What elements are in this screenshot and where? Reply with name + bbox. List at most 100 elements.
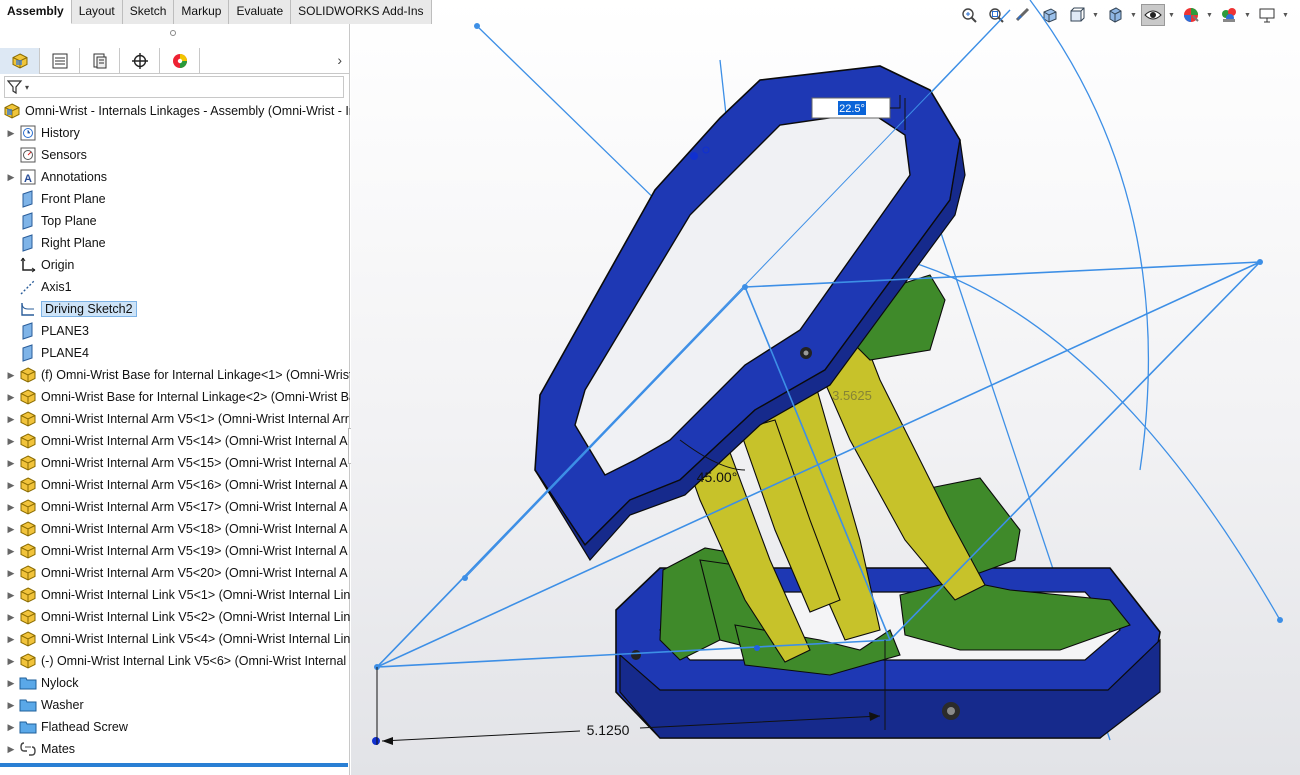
property-manager-tab[interactable] xyxy=(40,48,80,74)
expand-arrow-icon[interactable]: ▶ xyxy=(4,590,18,601)
expand-arrow-icon[interactable]: ▶ xyxy=(4,634,18,645)
arm-dimension-value[interactable]: 3.5625 xyxy=(832,388,872,403)
assembly-icon xyxy=(2,102,22,120)
tree-item[interactable]: Top Plane xyxy=(0,210,350,232)
tree-item[interactable]: ▶ Flathead Screw xyxy=(0,716,350,738)
expand-arrow-icon[interactable]: ▶ xyxy=(4,392,18,403)
chevron-right-icon[interactable]: › xyxy=(337,52,342,68)
tree-item-label: Omni-Wrist Internal Link V5<4> (Omni-Wri… xyxy=(41,632,350,646)
tree-item[interactable]: ▶ Omni-Wrist Internal Arm V5<18> (Omni-Wr… xyxy=(0,518,350,540)
part-icon xyxy=(18,520,38,538)
tree-item[interactable]: ▶ A Annotations xyxy=(0,166,350,188)
expand-arrow-icon[interactable]: ▶ xyxy=(4,436,18,447)
tree-item[interactable]: PLANE4 xyxy=(0,342,350,364)
tree-item[interactable]: ▶ Omni-Wrist Base for Internal Linkage<2>… xyxy=(0,386,350,408)
angle-edit-value[interactable]: 22.5° xyxy=(839,103,865,115)
tree-item[interactable]: ▶ Omni-Wrist Internal Arm V5<1> (Omni-Wri… xyxy=(0,408,350,430)
tree-item[interactable]: PLANE3 xyxy=(0,320,350,342)
tree-item[interactable]: ▶ (f) Omni-Wrist Base for Internal Linkag… xyxy=(0,364,350,386)
tree-item[interactable]: ▶ Washer xyxy=(0,694,350,716)
tab-solidworks-addins[interactable]: SOLIDWORKS Add-Ins xyxy=(291,0,432,24)
tab-evaluate[interactable]: Evaluate xyxy=(229,0,292,24)
expand-arrow-icon[interactable]: ▶ xyxy=(4,370,18,381)
dimxpert-manager-tab[interactable] xyxy=(120,48,160,74)
length-dimension-value[interactable]: 5.1250 xyxy=(587,722,630,738)
display-manager-tab[interactable] xyxy=(160,48,200,74)
tree-item[interactable]: ▶ Omni-Wrist Internal Link V5<1> (Omni-Wr… xyxy=(0,584,350,606)
expand-arrow-icon[interactable]: ▶ xyxy=(4,722,18,733)
expand-arrow-icon[interactable]: ▶ xyxy=(4,656,18,667)
chevron-down-icon[interactable]: ▾ xyxy=(25,83,29,92)
origin-icon xyxy=(18,256,38,274)
expand-arrow-icon[interactable]: ▶ xyxy=(4,612,18,623)
expand-arrow-icon[interactable]: ▶ xyxy=(4,546,18,557)
tab-assembly[interactable]: Assembly xyxy=(0,0,72,24)
horizontal-scrollbar[interactable] xyxy=(0,763,348,767)
funnel-icon[interactable] xyxy=(7,79,23,95)
tab-layout[interactable]: Layout xyxy=(71,0,123,24)
tree-item[interactable]: ▶ Omni-Wrist Internal Link V5<4> (Omni-Wr… xyxy=(0,628,350,650)
plane-icon xyxy=(18,212,38,230)
expand-arrow-icon[interactable]: ▶ xyxy=(4,458,18,469)
feature-manager-tab[interactable] xyxy=(0,48,40,74)
panel-grip[interactable] xyxy=(170,30,176,36)
tree-item-label: Omni-Wrist Internal Arm V5<14> (Omni-Wri… xyxy=(41,434,348,448)
tree-item[interactable]: ▶ Omni-Wrist Internal Arm V5<17> (Omni-Wr… xyxy=(0,496,350,518)
plane-icon xyxy=(18,344,38,362)
tree-item-label: Nylock xyxy=(41,676,79,690)
tree-item[interactable]: ▶ Omni-Wrist Internal Arm V5<15> (Omni-Wr… xyxy=(0,452,350,474)
expand-arrow-icon[interactable]: ▶ xyxy=(4,568,18,579)
expand-arrow-icon[interactable]: ▶ xyxy=(4,172,18,183)
expand-arrow-icon[interactable]: ▶ xyxy=(4,480,18,491)
history-icon xyxy=(18,124,38,142)
tree-item[interactable]: ▶ Omni-Wrist Internal Arm V5<16> (Omni-Wr… xyxy=(0,474,350,496)
tree-item-label: Mates xyxy=(41,742,76,756)
tree-root-label: Omni-Wrist - Internals Linkages - Assemb… xyxy=(25,104,350,118)
tree-item[interactable]: ▶ Omni-Wrist Internal Link V5<2> (Omni-Wr… xyxy=(0,606,350,628)
part-icon xyxy=(18,586,38,604)
tree-item[interactable]: ▶ (-) Omni-Wrist Internal Link V5<6> (Omn… xyxy=(0,650,350,672)
configuration-manager-tab[interactable] xyxy=(80,48,120,74)
tree-item-label: Origin xyxy=(41,258,75,272)
tree-item[interactable]: ▶ Nylock xyxy=(0,672,350,694)
tree-item[interactable]: Sensors xyxy=(0,144,350,166)
tree-item[interactable]: Right Plane xyxy=(0,232,350,254)
tree-item[interactable]: ▶ Omni-Wrist Internal Arm V5<19> (Omni-Wr… xyxy=(0,540,350,562)
expand-arrow-icon[interactable]: ▶ xyxy=(4,128,18,139)
part-icon xyxy=(18,542,38,560)
tree-item-label: Omni-Wrist Internal Arm V5<20> (Omni-Wri… xyxy=(41,566,348,580)
tree-item-label: Washer xyxy=(41,698,84,712)
expand-arrow-icon[interactable]: ▶ xyxy=(4,744,18,755)
tree-item-label: (-) Omni-Wrist Internal Link V5<6> (Omni… xyxy=(41,654,347,668)
tree-item-label: Omni-Wrist Internal Arm V5<15> (Omni-Wri… xyxy=(41,456,348,470)
tree-item[interactable]: ▶ Omni-Wrist Internal Arm V5<14> (Omni-Wr… xyxy=(0,430,350,452)
tree-item-label: Omni-Wrist Internal Arm V5<17> (Omni-Wri… xyxy=(41,500,348,514)
model-canvas[interactable]: 5.1250 3.5625 45.00° 22.5° xyxy=(351,0,1300,775)
tree-root-assembly[interactable]: Omni-Wrist - Internals Linkages - Assemb… xyxy=(0,100,350,122)
angle-dimension-value[interactable]: 45.00° xyxy=(697,469,738,485)
tree-filter[interactable]: ▾ xyxy=(4,76,344,98)
tree-item[interactable]: Driving Sketch2 xyxy=(0,298,350,320)
expand-arrow-icon[interactable]: ▶ xyxy=(4,414,18,425)
tree-item[interactable]: ▶ History xyxy=(0,122,350,144)
axis-icon xyxy=(18,278,38,296)
mates-icon xyxy=(18,740,38,758)
tab-sketch[interactable]: Sketch xyxy=(122,0,175,24)
part-icon xyxy=(18,410,38,428)
part-icon xyxy=(18,366,38,384)
sketch-icon xyxy=(18,300,38,318)
tab-markup[interactable]: Markup xyxy=(174,0,230,24)
expand-arrow-icon[interactable]: ▶ xyxy=(4,700,18,711)
tree-item[interactable]: Front Plane xyxy=(0,188,350,210)
expand-arrow-icon[interactable]: ▶ xyxy=(4,678,18,689)
expand-arrow-icon[interactable]: ▶ xyxy=(4,524,18,535)
tree-item[interactable]: ▶ Omni-Wrist Internal Arm V5<20> (Omni-Wr… xyxy=(0,562,350,584)
folder-icon xyxy=(18,674,38,692)
tree-item[interactable]: Axis1 xyxy=(0,276,350,298)
expand-arrow-icon[interactable]: ▶ xyxy=(4,502,18,513)
graphics-area[interactable]: ▼ ▼ ▼ ▼ ▼ ▼ 5.1250 3.5625 45.00° 22.5° xyxy=(351,0,1300,775)
tree-item[interactable]: Origin xyxy=(0,254,350,276)
tree-item[interactable]: ▶ Mates xyxy=(0,738,350,760)
manager-tabs: › xyxy=(0,48,350,74)
tree-item-label: Annotations xyxy=(41,170,108,184)
